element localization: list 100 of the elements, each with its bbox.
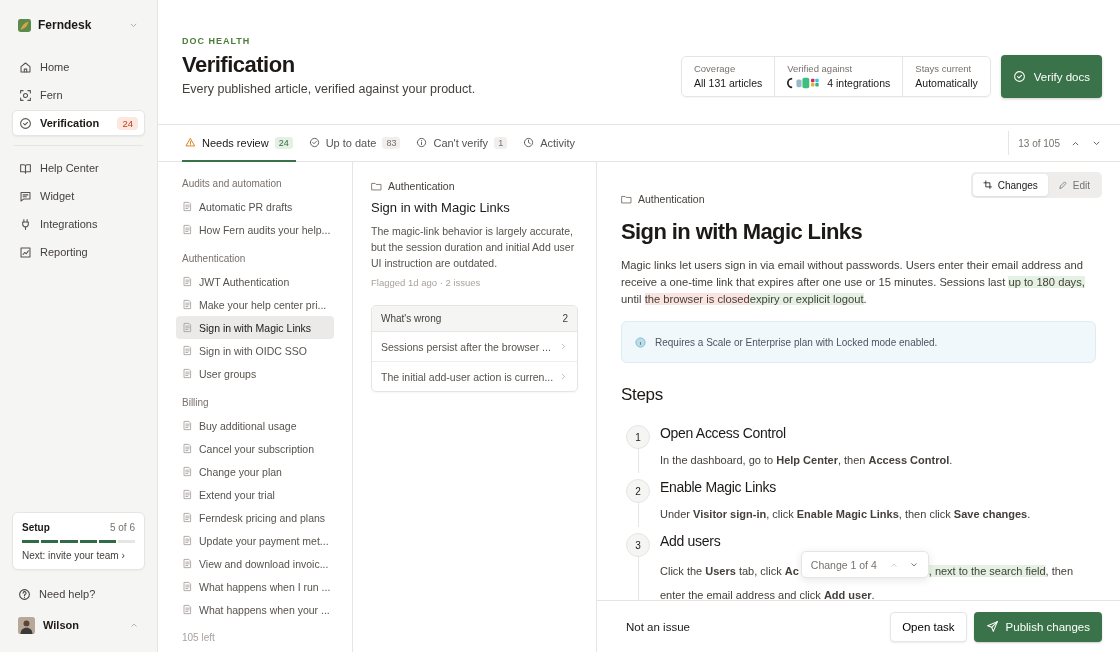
check-circle-icon <box>1012 70 1026 83</box>
user-name: Wilson <box>43 619 80 631</box>
check-circle-icon <box>308 137 320 148</box>
document-icon <box>182 345 193 356</box>
flag-meta: Flagged 1d ago · 2 issues <box>371 277 482 288</box>
avatar-icon <box>18 616 35 634</box>
document-icon <box>182 299 193 310</box>
chart-icon <box>19 245 32 259</box>
chat-icon <box>19 189 32 203</box>
document-icon <box>182 276 193 287</box>
article-title: Sign in with Magic Links <box>371 200 511 215</box>
group-heading: Authentication <box>181 252 247 266</box>
not-an-issue-button[interactable]: Not an issue <box>626 620 690 633</box>
article-item[interactable]: Extend your trial <box>176 483 334 506</box>
nav-item[interactable]: Fern <box>12 82 145 108</box>
step-number: 3 <box>626 533 650 557</box>
document-icon <box>182 512 193 523</box>
workspace-name: Ferndesk <box>38 18 93 32</box>
step-text: In the dashboard, go to Help Center, then Access Control. <box>660 453 954 468</box>
nav-item[interactable]: Widget <box>12 183 145 209</box>
document-icon <box>182 535 193 546</box>
folder-icon <box>621 193 632 205</box>
article-item[interactable]: Sign in with Magic Links <box>176 316 334 339</box>
nav-item[interactable]: Verification 24 <box>12 110 145 136</box>
check-circle-icon <box>19 116 32 130</box>
article-item[interactable]: What happens when your ... <box>176 598 334 621</box>
article-item[interactable]: Make your help center pri... <box>176 293 334 316</box>
article-item[interactable]: Buy additional usage <box>176 414 334 437</box>
open-task-button[interactable]: Open task <box>890 611 967 642</box>
page-subtitle: Every published article, verified against your product. <box>182 82 477 96</box>
home-icon <box>19 60 32 74</box>
section-eyebrow: DOC HEALTH <box>182 36 252 46</box>
callout-text: Requires a Scale or Enterprise plan with Locked mode enabled. <box>655 336 938 348</box>
setup-title: Setup <box>22 522 50 533</box>
document-icon <box>182 604 193 615</box>
document-icon <box>182 581 193 592</box>
filter-tab[interactable]: Up to date 83 <box>305 125 404 162</box>
book-icon <box>19 161 32 175</box>
help-link[interactable]: Need help? <box>12 582 145 606</box>
chevron-right-icon <box>559 342 568 351</box>
section-heading: Steps <box>621 385 664 405</box>
step-title: Add users <box>660 533 722 549</box>
nav-item[interactable]: Help Center <box>12 155 145 181</box>
group-heading: Audits and automation <box>181 177 283 191</box>
step-number: 2 <box>626 479 650 503</box>
stat-value: Automatically <box>915 77 978 89</box>
article-item[interactable]: Sign in with OIDC SSO <box>176 339 334 362</box>
remaining-count: 105 left <box>181 631 216 644</box>
document-icon <box>182 322 193 333</box>
nav-item[interactable]: Integrations <box>12 211 145 237</box>
article-item[interactable]: Cancel your subscription <box>176 437 334 460</box>
info-icon <box>635 336 646 348</box>
publish-changes-button[interactable]: Publish changes <box>973 611 1102 642</box>
folder-icon <box>371 180 382 192</box>
issue-row[interactable]: The initial add-user action is curren... <box>372 362 577 391</box>
document-icon <box>182 420 193 431</box>
article-item[interactable]: JWT Authentication <box>176 270 334 293</box>
view-tab[interactable]: Edit <box>1047 174 1100 196</box>
document-icon <box>182 443 193 454</box>
stat-value: All 131 articles <box>693 77 763 89</box>
info-icon <box>416 137 428 148</box>
article-item[interactable]: What happens when I run ... <box>176 575 334 598</box>
article-item[interactable]: Change your plan <box>176 460 334 483</box>
document-icon <box>182 201 193 212</box>
plug-icon <box>19 217 32 231</box>
article-item[interactable]: How Fern audits your help... <box>176 218 334 241</box>
pager-position: 13 of 105 <box>1018 137 1060 149</box>
issues-count: 2 <box>562 313 568 324</box>
document-icon <box>182 224 193 235</box>
count-badge: 24 <box>117 116 138 130</box>
article-item[interactable]: Automatic PR drafts <box>176 195 334 218</box>
stat-value: 4 integrations <box>827 77 891 89</box>
nav-item[interactable]: Home <box>12 54 145 80</box>
next-step-link[interactable]: Next: invite your team › <box>22 550 125 561</box>
article-item[interactable]: Ferndesk pricing and plans <box>176 506 334 529</box>
article-item[interactable]: View and download invoic... <box>176 552 334 575</box>
nav-item[interactable]: Reporting <box>12 239 145 265</box>
verify-docs-button[interactable]: Verify docs <box>1000 55 1102 98</box>
stat-label: Verified against <box>787 63 854 74</box>
scan-icon <box>19 88 32 102</box>
step-number: 1 <box>626 425 650 449</box>
folder-label: Authentication <box>388 180 455 192</box>
filter-tab[interactable]: Can't verify 1 <box>413 125 511 162</box>
app-logo-icon <box>18 18 31 32</box>
issue-row[interactable]: Sessions persist after the browser ... <box>372 332 577 362</box>
article-item[interactable]: Update your payment met... <box>176 529 334 552</box>
step-title: Enable Magic Links <box>660 479 777 495</box>
setup-count: 5 of 6 <box>109 522 135 533</box>
document-icon <box>182 368 193 379</box>
group-heading: Billing <box>181 396 210 410</box>
view-tab[interactable]: Changes <box>972 174 1048 196</box>
folder-label: Authentication <box>638 193 705 205</box>
pencil-icon <box>1057 180 1068 190</box>
document-icon <box>182 558 193 569</box>
filter-tab[interactable]: Activity <box>520 125 578 162</box>
stat-label: Stays current <box>915 63 973 74</box>
issue-summary: The magic-link behavior is largely accurate, but the session duration and initial Add user UI instruction are outdated. <box>371 224 576 271</box>
article-item[interactable]: User groups <box>176 362 334 385</box>
article-paragraph: Magic links let users sign in via email without passwords. Users enter their email address and receive a one-time link that expires after one use or 15 minutes. Sessions last up to 180 days, until the browser is closedexpiry or explicit logout. <box>621 258 1086 307</box>
filter-tab[interactable]: Needs review 24 <box>182 125 296 162</box>
